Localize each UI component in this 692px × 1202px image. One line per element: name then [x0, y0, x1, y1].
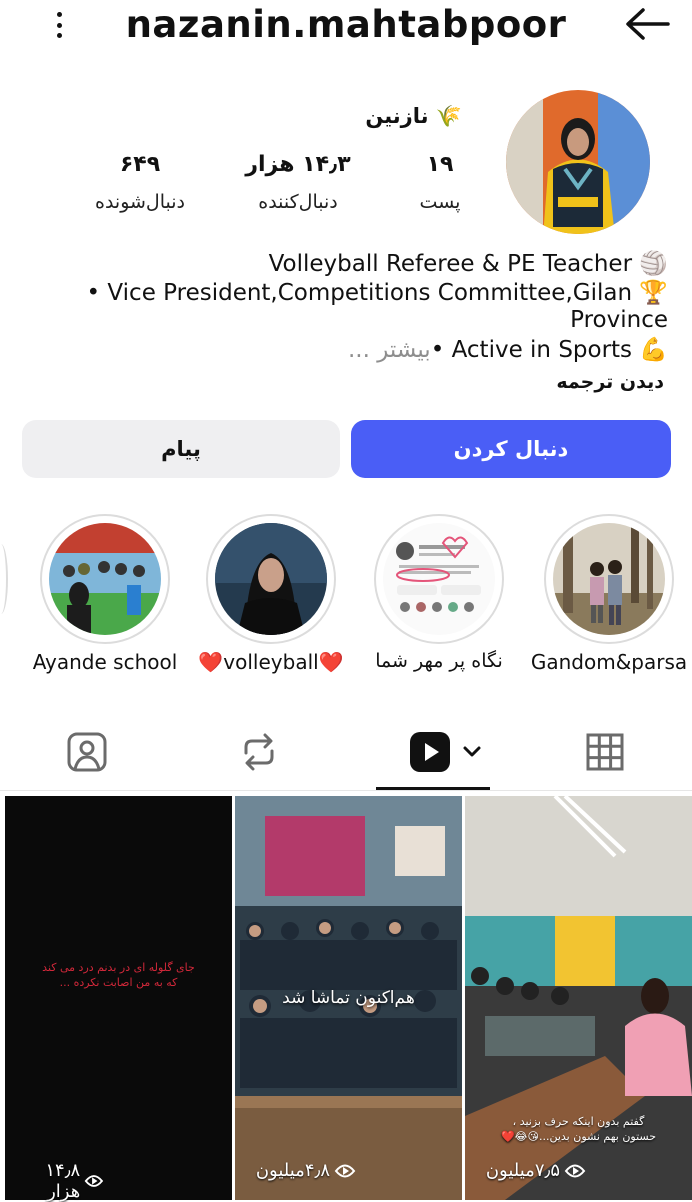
followers-count[interactable]: ۱۴٫۳ هزار — [228, 152, 368, 177]
reel-thumbnail[interactable]: جای گلوله ای در بدنم درد می کند که به من… — [5, 796, 232, 1200]
chevron-down-icon[interactable] — [460, 740, 484, 764]
tab-grid[interactable] — [570, 722, 640, 782]
followers-label[interactable]: دنبال‌کننده — [228, 191, 368, 213]
reel-caption: گفتم بدون اینکه حرف بزنید ، حستون بهم نش… — [500, 1115, 657, 1143]
posts-count: ۱۹ — [426, 152, 454, 177]
repost-icon — [244, 733, 274, 771]
posts-label: پست — [419, 191, 461, 213]
highlight-label: نگاه پر مهر شما — [375, 650, 503, 672]
follow-button[interactable]: دنبال کردن — [351, 420, 671, 478]
bio-line: ... بیشتر• Active in Sports 💪 — [348, 336, 668, 363]
reel-views-count: ۱۴٫۸ هزار — [45, 1160, 81, 1202]
reel-caption: هم‌اکنون تماشا شد — [282, 988, 415, 1008]
reel-caption: جای گلوله ای در بدنم درد می کند که به من… — [42, 961, 195, 989]
highlight-label: Gandom&parsa — [530, 650, 688, 674]
message-button[interactable]: پیام — [22, 420, 340, 478]
bio-line: Province — [570, 307, 668, 333]
highlight-warm-look[interactable] — [374, 514, 504, 644]
see-translation-link[interactable]: دیدن ترجمه — [556, 371, 664, 393]
following-label[interactable]: دنبال‌شونده — [80, 191, 200, 213]
bio-line-text: • Active in Sports 💪 — [430, 337, 668, 363]
bio-more-link[interactable]: ... بیشتر — [348, 337, 431, 363]
tab-reels[interactable] — [396, 722, 496, 782]
highlight-volleyball[interactable] — [206, 514, 336, 644]
play-views-icon — [334, 1164, 356, 1177]
highlight-label: Ayande school — [32, 650, 178, 674]
highlight-ayande-school[interactable] — [40, 514, 170, 644]
tagged-person-icon — [67, 732, 107, 772]
bio-line: Volleyball Referee & PE Teacher 🏐 — [268, 251, 668, 277]
profile-header: nazanin.mahtabpoor — [0, 0, 692, 60]
reel-thumbnail[interactable]: هم‌اکنون تماشا شد — [235, 796, 462, 1200]
reel-thumbnail[interactable]: گفتم بدون اینکه حرف بزنید ، حستون بهم نش… — [465, 796, 692, 1200]
reel-views: ۷٫۵میلیون — [476, 1160, 586, 1181]
highlight-label: ❤️volleyball❤️ — [198, 650, 344, 674]
profile-avatar[interactable] — [503, 87, 653, 237]
tab-reposts[interactable] — [224, 722, 294, 782]
following-count[interactable]: ۶۴۹ — [80, 152, 200, 177]
reel-views: ۱۴٫۸ هزار — [14, 1160, 104, 1202]
display-name: 🌾 نازنین — [365, 104, 462, 128]
reel-views-count: ۴٫۸میلیون — [255, 1160, 330, 1181]
reel-views: ۴٫۸میلیون — [246, 1160, 356, 1181]
reels-play-icon — [410, 732, 450, 772]
tab-divider — [0, 790, 692, 791]
username: nazanin.mahtabpoor — [125, 3, 567, 46]
active-tab-indicator — [376, 787, 490, 790]
bio-line: • Vice President,Competitions Committee,… — [86, 280, 668, 306]
highlight-partial[interactable] — [0, 544, 8, 614]
play-views-icon — [564, 1164, 586, 1177]
tab-tagged[interactable] — [52, 722, 122, 782]
highlight-gandom-parsa[interactable] — [544, 514, 674, 644]
reel-views-count: ۷٫۵میلیون — [485, 1160, 560, 1181]
grid-icon — [586, 733, 624, 771]
back-arrow-icon[interactable] — [624, 6, 670, 42]
play-views-icon — [84, 1175, 104, 1187]
